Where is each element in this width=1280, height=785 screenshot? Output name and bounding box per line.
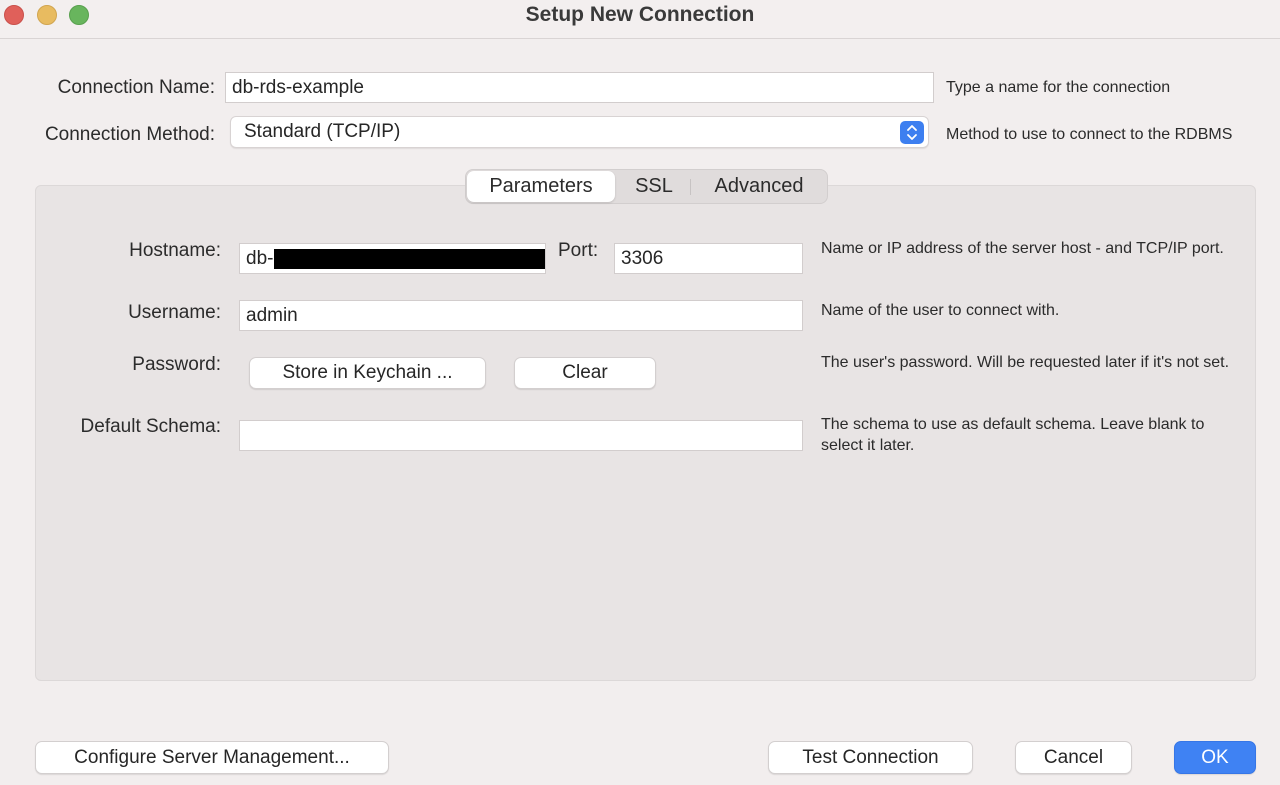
tab-bar: Parameters SSL Advanced bbox=[465, 169, 828, 204]
password-label: Password: bbox=[132, 354, 221, 375]
username-help: Name of the user to connect with. bbox=[821, 302, 1060, 319]
port-label: Port: bbox=[558, 240, 599, 261]
tab-parameters[interactable]: Parameters bbox=[467, 171, 615, 202]
hostname-value: db- bbox=[246, 247, 274, 269]
username-field[interactable]: admin bbox=[239, 300, 803, 331]
chevron-up-down-icon bbox=[900, 121, 924, 144]
redacted-block bbox=[274, 248, 545, 269]
connection-method-select[interactable]: Standard (TCP/IP) bbox=[230, 116, 929, 148]
hostname-help: Name or IP address of the server host - … bbox=[821, 240, 1224, 257]
setup-connection-dialog: Setup New Connection Connection Name: db… bbox=[0, 0, 1280, 785]
hostname-field[interactable]: db- bbox=[239, 243, 546, 274]
connection-method-label: Connection Method: bbox=[44, 124, 215, 145]
port-field[interactable]: 3306 bbox=[614, 243, 803, 274]
default-schema-field[interactable] bbox=[239, 420, 803, 451]
test-connection-button[interactable]: Test Connection bbox=[768, 741, 973, 774]
title-bar: Setup New Connection bbox=[0, 0, 1280, 39]
username-value: admin bbox=[246, 304, 298, 326]
configure-server-management-button[interactable]: Configure Server Management... bbox=[35, 741, 389, 774]
cancel-button[interactable]: Cancel bbox=[1015, 741, 1132, 774]
tab-divider bbox=[690, 179, 691, 195]
tab-advanced[interactable]: Advanced bbox=[698, 170, 820, 203]
hostname-label: Hostname: bbox=[129, 240, 221, 261]
connection-name-label: Connection Name: bbox=[57, 77, 215, 98]
tab-ssl[interactable]: SSL bbox=[621, 170, 687, 203]
window-title: Setup New Connection bbox=[525, 3, 755, 26]
username-label: Username: bbox=[128, 302, 221, 323]
port-value: 3306 bbox=[621, 247, 664, 269]
default-schema-help: The schema to use as default schema. Lea… bbox=[821, 416, 1205, 454]
connection-name-field[interactable]: db-rds-example bbox=[225, 72, 934, 103]
connection-name-value: db-rds-example bbox=[232, 76, 364, 98]
default-schema-label: Default Schema: bbox=[80, 416, 221, 437]
store-in-keychain-button[interactable]: Store in Keychain ... bbox=[249, 357, 486, 389]
connection-method-value: Standard (TCP/IP) bbox=[244, 121, 401, 142]
clear-password-button[interactable]: Clear bbox=[514, 357, 656, 389]
password-help: The user's password. Will be requested l… bbox=[821, 354, 1230, 371]
ok-button[interactable]: OK bbox=[1174, 741, 1256, 774]
connection-method-help: Method to use to connect to the RDBMS bbox=[946, 126, 1233, 143]
connection-name-help: Type a name for the connection bbox=[946, 79, 1171, 96]
